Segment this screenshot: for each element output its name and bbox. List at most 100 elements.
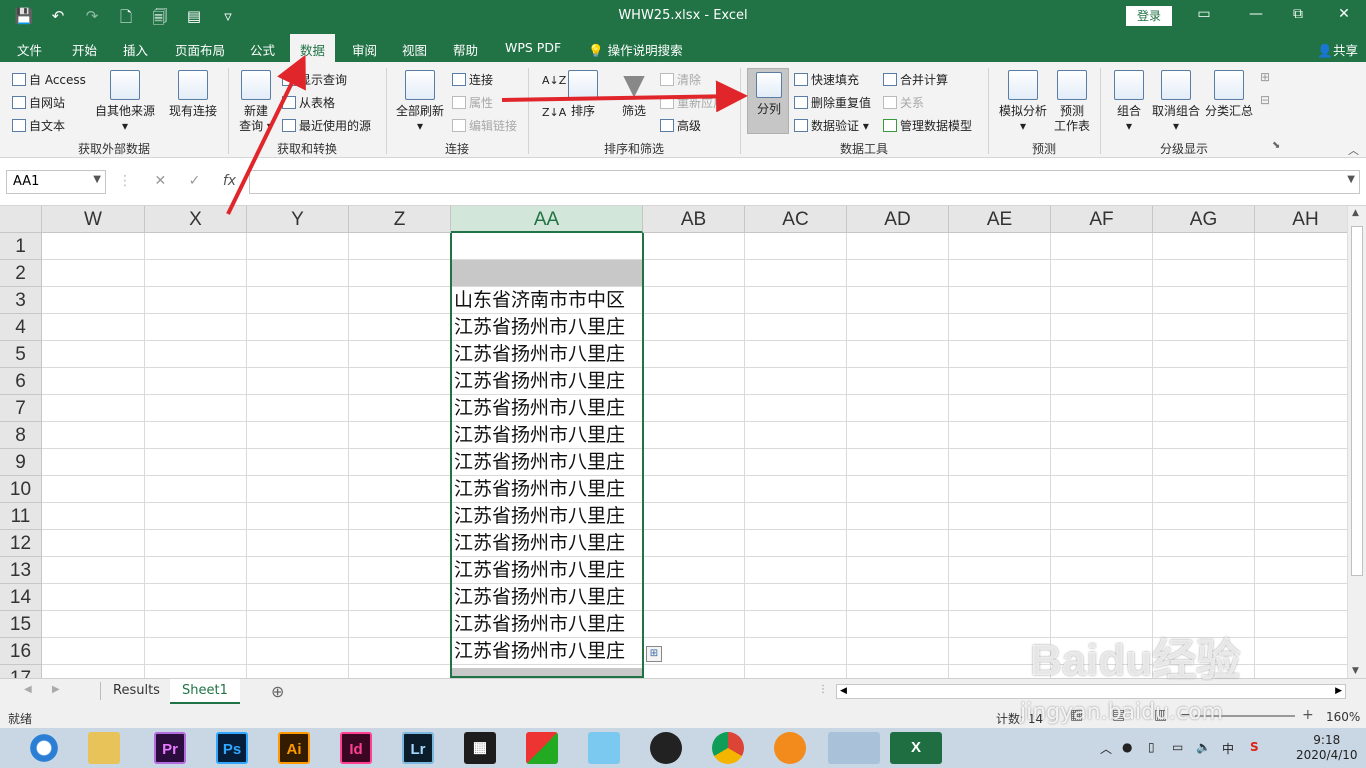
indesign-icon[interactable]: Id: [340, 732, 372, 764]
scroll-up-icon[interactable]: ▲: [1352, 208, 1359, 218]
row-header[interactable]: 4: [0, 314, 42, 341]
ribbon-display-icon[interactable]: ▭: [1192, 6, 1216, 22]
battery-icon[interactable]: ▯: [1148, 740, 1155, 754]
video-editor-icon[interactable]: ▦: [464, 732, 496, 764]
sort-button[interactable]: 排序: [566, 70, 600, 119]
flash-fill-button[interactable]: 快速填充: [794, 71, 859, 88]
tab-review[interactable]: 审阅: [352, 40, 377, 59]
sheet-tab-sheet1[interactable]: Sheet1: [170, 679, 240, 704]
row-header[interactable]: 10: [0, 476, 42, 503]
subtotal-button[interactable]: 分类汇总: [1204, 70, 1254, 119]
split-handle-icon[interactable]: ⋮: [818, 684, 828, 695]
from-table-button[interactable]: 从表格: [282, 94, 335, 111]
tab-view[interactable]: 视图: [402, 40, 427, 59]
dialog-launcher-icon[interactable]: ⬊: [1272, 140, 1280, 151]
expand-formula-bar-icon[interactable]: ▼: [1347, 174, 1355, 185]
tab-formulas[interactable]: 公式: [250, 40, 275, 59]
row-header[interactable]: 13: [0, 557, 42, 584]
ime-indicator[interactable]: 中: [1222, 740, 1234, 757]
chrome-icon[interactable]: [712, 732, 744, 764]
row-header[interactable]: 6: [0, 368, 42, 395]
close-icon[interactable]: ✕: [1332, 6, 1356, 22]
enter-icon[interactable]: ✓: [189, 173, 201, 189]
tab-file[interactable]: 文件: [17, 40, 42, 59]
manage-data-model-button[interactable]: 管理数据模型: [883, 117, 972, 134]
clock[interactable]: 9:18 2020/4/10: [1296, 733, 1358, 763]
column-header[interactable]: AB: [643, 206, 745, 233]
ungroup-button[interactable]: 取消组合 ▾: [1150, 70, 1202, 134]
what-if-analysis-button[interactable]: 模拟分析 ▾: [996, 70, 1050, 134]
forecast-sheet-button[interactable]: 预测 工作表: [1052, 70, 1092, 134]
tab-data[interactable]: 数据: [290, 34, 336, 62]
column-header[interactable]: AA: [451, 206, 643, 233]
app-icon[interactable]: [526, 732, 558, 764]
formula-input[interactable]: ▼: [249, 170, 1360, 194]
volume-icon[interactable]: 🔈: [1196, 740, 1211, 754]
name-box[interactable]: AA1 ▼: [6, 170, 106, 194]
scroll-left-icon[interactable]: ◀: [840, 686, 847, 696]
refresh-all-button[interactable]: 全部刷新 ▾: [392, 70, 448, 134]
premiere-icon[interactable]: Pr: [154, 732, 186, 764]
column-header[interactable]: AH: [1255, 206, 1347, 233]
row-header[interactable]: 14: [0, 584, 42, 611]
from-web-button[interactable]: 自网站: [12, 94, 65, 111]
row-header[interactable]: 9: [0, 449, 42, 476]
relationships-button[interactable]: 关系: [883, 94, 924, 111]
new-query-button[interactable]: 新建 查询 ▾: [234, 70, 278, 134]
sheet-tab-results[interactable]: Results: [101, 679, 172, 704]
column-header[interactable]: AD: [847, 206, 949, 233]
tab-help[interactable]: 帮助: [453, 40, 478, 59]
tell-me-search[interactable]: 💡 操作说明搜索: [588, 40, 683, 59]
tab-insert[interactable]: 插入: [123, 40, 148, 59]
column-header[interactable]: X: [145, 206, 247, 233]
chevron-down-icon[interactable]: ▼: [93, 174, 101, 185]
illustrator-icon[interactable]: Ai: [278, 732, 310, 764]
row-header[interactable]: 16: [0, 638, 42, 665]
row-header[interactable]: 15: [0, 611, 42, 638]
qq-tray-icon[interactable]: ●: [1122, 740, 1132, 754]
cancel-icon[interactable]: ✕: [154, 173, 166, 189]
row-header[interactable]: 5: [0, 341, 42, 368]
tab-wps-pdf[interactable]: WPS PDF: [505, 40, 561, 55]
cat-app-icon[interactable]: [588, 732, 620, 764]
consolidate-button[interactable]: 合并计算: [883, 71, 948, 88]
excel-taskbar-icon[interactable]: X: [890, 732, 942, 764]
row-header[interactable]: 12: [0, 530, 42, 557]
quick-analysis-icon[interactable]: ⊞: [646, 646, 662, 662]
row-header[interactable]: 2: [0, 260, 42, 287]
scroll-down-icon[interactable]: ▼: [1352, 666, 1359, 676]
prev-sheet-icon[interactable]: ◀: [24, 684, 32, 695]
clear-filter-button[interactable]: 清除: [660, 71, 701, 88]
recent-sources-button[interactable]: 最近使用的源: [282, 117, 371, 134]
sort-za-button[interactable]: Z↓A: [542, 106, 566, 119]
column-header[interactable]: Z: [349, 206, 451, 233]
browser-icon[interactable]: [774, 732, 806, 764]
show-queries-button[interactable]: 显示查询: [282, 71, 347, 88]
show-detail-icon[interactable]: ⊞: [1260, 70, 1270, 84]
column-header[interactable]: AG: [1153, 206, 1255, 233]
row-header[interactable]: 11: [0, 503, 42, 530]
network-icon[interactable]: ▭: [1172, 740, 1183, 754]
column-header[interactable]: Y: [247, 206, 349, 233]
from-other-sources-button[interactable]: 自其他来源 ▾: [92, 70, 158, 134]
row-header[interactable]: 3: [0, 287, 42, 314]
hide-detail-icon[interactable]: ⊟: [1260, 93, 1270, 107]
from-access-button[interactable]: 自 Access: [12, 71, 86, 88]
collapse-ribbon-icon[interactable]: ︿: [1348, 142, 1359, 158]
column-header[interactable]: W: [42, 206, 145, 233]
insert-function-icon[interactable]: fx: [223, 173, 236, 189]
lightroom-icon[interactable]: Lr: [402, 732, 434, 764]
connections-button[interactable]: 连接: [452, 71, 493, 88]
file-explorer-icon[interactable]: [88, 732, 120, 764]
zoom-level[interactable]: 160%: [1326, 710, 1360, 724]
text-to-columns-button[interactable]: 分列: [749, 72, 789, 117]
restore-icon[interactable]: ⧉: [1286, 6, 1310, 22]
properties-button[interactable]: 属性: [452, 94, 493, 111]
worksheet-grid[interactable]: W X Y Z AA AB AC AD AE AF AG AH 1 2 3 4 5 6 7 8 9 10 11 12 13 14…: [0, 206, 1347, 678]
reapply-button[interactable]: 重新应用: [660, 94, 725, 111]
add-sheet-icon[interactable]: ⊕: [271, 682, 284, 701]
column-header[interactable]: AC: [745, 206, 847, 233]
group-button[interactable]: 组合 ▾: [1110, 70, 1148, 134]
data-validation-button[interactable]: 数据验证 ▾: [794, 117, 869, 134]
row-header[interactable]: 17: [0, 665, 42, 678]
